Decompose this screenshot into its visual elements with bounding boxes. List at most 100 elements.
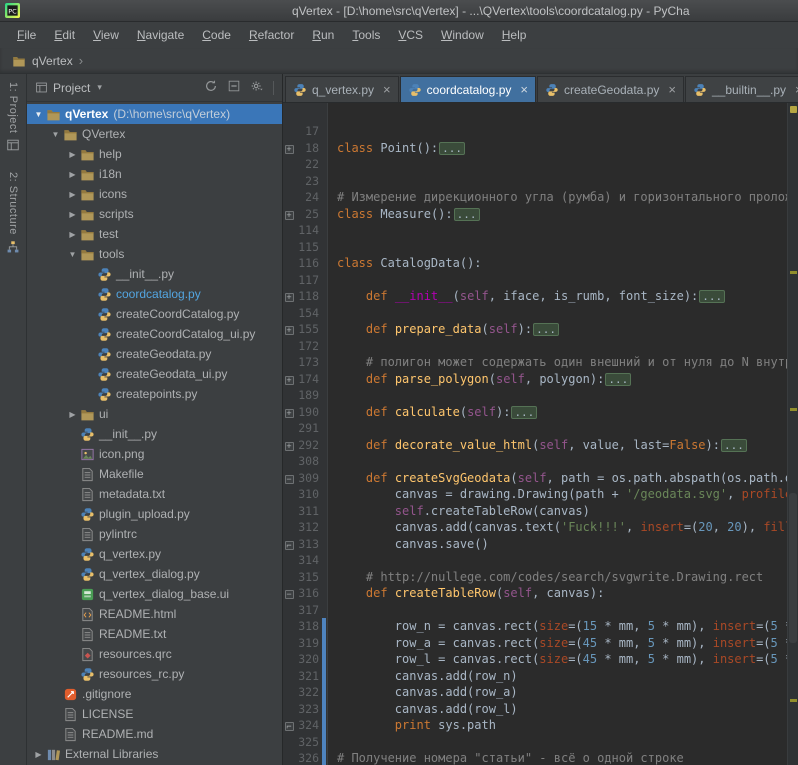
fold-plus-icon[interactable]: +	[283, 405, 295, 419]
code-line-322[interactable]: 322 canvas.add(row_a)	[283, 684, 798, 701]
menu-vcs[interactable]: VCS	[389, 24, 432, 46]
code-line-314[interactable]: 314	[283, 552, 798, 569]
menu-code[interactable]: Code	[193, 24, 240, 46]
tree-item-pylintrc[interactable]: pylintrc	[27, 524, 282, 544]
code-line-312[interactable]: 312 canvas.add(canvas.text('Fuck!!!', in…	[283, 519, 798, 536]
warning-stripe-mark[interactable]	[790, 271, 797, 274]
tree-item-README.md[interactable]: README.md	[27, 724, 282, 744]
warning-stripe-mark[interactable]	[790, 408, 797, 411]
tool-button-project[interactable]: 1: Project	[6, 82, 20, 152]
collapsed-arrow-icon[interactable]: ▶	[66, 210, 79, 219]
tree-item-qVertex[interactable]: ▼qVertex (D:\home\src\qVertex)	[27, 104, 282, 124]
warning-stripe-mark[interactable]	[790, 699, 797, 702]
folded-region[interactable]: ...	[721, 439, 747, 452]
code-line-154[interactable]: 154	[283, 305, 798, 322]
fold-end-icon[interactable]: ⌐	[283, 537, 295, 551]
tree-item-.gitignore[interactable]: .gitignore	[27, 684, 282, 704]
tree-item-i18n[interactable]: ▶i18n	[27, 164, 282, 184]
code-line-315[interactable]: 315 # http://nullege.com/codes/search/sv…	[283, 569, 798, 586]
tree-item-icon.png[interactable]: icon.png	[27, 444, 282, 464]
code-line-326[interactable]: 326# Получение номера "статьи" - всё о о…	[283, 750, 798, 765]
fold-plus-icon[interactable]: +	[283, 141, 295, 155]
editor-scrollbar[interactable]	[787, 103, 798, 765]
code-line-323[interactable]: 323 canvas.add(row_l)	[283, 701, 798, 718]
tree-item-scripts[interactable]: ▶scripts	[27, 204, 282, 224]
tree-item-tools[interactable]: ▼tools	[27, 244, 282, 264]
tree-item-icons[interactable]: ▶icons	[27, 184, 282, 204]
tree-item-__init__.py[interactable]: __init__.py	[27, 424, 282, 444]
code-line-317[interactable]: 317	[283, 602, 798, 619]
menu-navigate[interactable]: Navigate	[128, 24, 193, 46]
tree-item-ExternalLibraries[interactable]: ▶External Libraries	[27, 744, 282, 764]
code-line-173[interactable]: 173 # полигон может содержать один внешн…	[283, 354, 798, 371]
collapsed-arrow-icon[interactable]: ▶	[66, 150, 79, 159]
code-line-116[interactable]: 116class CatalogData():	[283, 255, 798, 272]
collapsed-arrow-icon[interactable]: ▶	[66, 170, 79, 179]
tree-item-LICENSE[interactable]: LICENSE	[27, 704, 282, 724]
code-line-318[interactable]: 318 row_n = canvas.rect(size=(15 * mm, 5…	[283, 618, 798, 635]
code-line-24[interactable]: 24# Измерение дирекционного угла (румба)…	[283, 189, 798, 206]
code-line-189[interactable]: 189	[283, 387, 798, 404]
tree-item-Makefile[interactable]: Makefile	[27, 464, 282, 484]
tree-item-__init__.py[interactable]: __init__.py	[27, 264, 282, 284]
tree-item-q_vertex_dialog_base.ui[interactable]: q_vertex_dialog_base.ui	[27, 584, 282, 604]
fold-plus-icon[interactable]: +	[283, 438, 295, 452]
code-line-18[interactable]: +18class Point():...	[283, 140, 798, 157]
code-line-313[interactable]: ⌐313 canvas.save()	[283, 536, 798, 553]
code-editor[interactable]: 17+18class Point():...222324# Измерение …	[283, 103, 798, 765]
code-line-292[interactable]: +292 def decorate_value_html(self, value…	[283, 437, 798, 454]
code-line-316[interactable]: −316 def createTableRow(self, canvas):	[283, 585, 798, 602]
fold-minus-icon[interactable]: −	[283, 471, 295, 485]
menu-view[interactable]: View	[84, 24, 128, 46]
close-tab-icon[interactable]: ×	[383, 85, 391, 95]
editor-tab-coordcatalog.py[interactable]: coordcatalog.py×	[400, 76, 536, 102]
tree-item-metadata.txt[interactable]: metadata.txt	[27, 484, 282, 504]
menu-refactor[interactable]: Refactor	[240, 24, 303, 46]
tree-item-README.txt[interactable]: README.txt	[27, 624, 282, 644]
close-tab-icon[interactable]: ×	[668, 85, 676, 95]
gear-button[interactable]	[250, 79, 264, 96]
refresh-button[interactable]	[204, 79, 218, 96]
inspection-indicator-icon[interactable]	[790, 106, 797, 113]
fold-plus-icon[interactable]: +	[283, 207, 295, 221]
code-line-319[interactable]: 319 row_a = canvas.rect(size=(45 * mm, 5…	[283, 635, 798, 652]
folded-region[interactable]: ...	[511, 406, 537, 419]
code-line-155[interactable]: +155 def prepare_data(self):...	[283, 321, 798, 338]
fold-plus-icon[interactable]: +	[283, 372, 295, 386]
code-line-291[interactable]: 291	[283, 420, 798, 437]
tool-button-structure[interactable]: 2: Structure	[6, 172, 20, 254]
tree-item-coordcatalog.py[interactable]: coordcatalog.py	[27, 284, 282, 304]
tree-item-createGeodata.py[interactable]: createGeodata.py	[27, 344, 282, 364]
menu-edit[interactable]: Edit	[45, 24, 84, 46]
code-line-321[interactable]: 321 canvas.add(row_n)	[283, 668, 798, 685]
menu-file[interactable]: File	[8, 24, 45, 46]
tree-item-resources.qrc[interactable]: resources.qrc	[27, 644, 282, 664]
editor-tab-__builtin__.py[interactable]: __builtin__.py×	[685, 76, 798, 102]
tree-item-plugin_upload.py[interactable]: plugin_upload.py	[27, 504, 282, 524]
code-line-17[interactable]: 17	[283, 123, 798, 140]
menu-run[interactable]: Run	[303, 24, 343, 46]
collapsed-arrow-icon[interactable]: ▶	[66, 230, 79, 239]
tree-item-createCoordCatalog.py[interactable]: createCoordCatalog.py	[27, 304, 282, 324]
tree-item-help[interactable]: ▶help	[27, 144, 282, 164]
code-line-23[interactable]: 23	[283, 173, 798, 190]
breadcrumb-item[interactable]: qVertex	[32, 54, 73, 68]
code-line-308[interactable]: 308	[283, 453, 798, 470]
tree-item-test[interactable]: ▶test	[27, 224, 282, 244]
tree-item-q_vertex.py[interactable]: q_vertex.py	[27, 544, 282, 564]
code-line-320[interactable]: 320 row_l = canvas.rect(size=(45 * mm, 5…	[283, 651, 798, 668]
code-line-115[interactable]: 115	[283, 239, 798, 256]
close-tab-icon[interactable]: ×	[520, 85, 528, 95]
tree-item-QVertex[interactable]: ▼QVertex	[27, 124, 282, 144]
menu-help[interactable]: Help	[493, 24, 536, 46]
fold-plus-icon[interactable]: +	[283, 322, 295, 336]
collapsed-arrow-icon[interactable]: ▶	[32, 750, 45, 759]
code-line-324[interactable]: ⌐324 print sys.path	[283, 717, 798, 734]
editor-tab-createGeodata.py[interactable]: createGeodata.py×	[537, 76, 684, 102]
folded-region[interactable]: ...	[533, 323, 559, 336]
menu-tools[interactable]: Tools	[343, 24, 389, 46]
collapsed-arrow-icon[interactable]: ▶	[66, 190, 79, 199]
code-line-117[interactable]: 117	[283, 272, 798, 289]
collapse-all-button[interactable]	[227, 79, 241, 96]
collapsed-arrow-icon[interactable]: ▶	[66, 410, 79, 419]
